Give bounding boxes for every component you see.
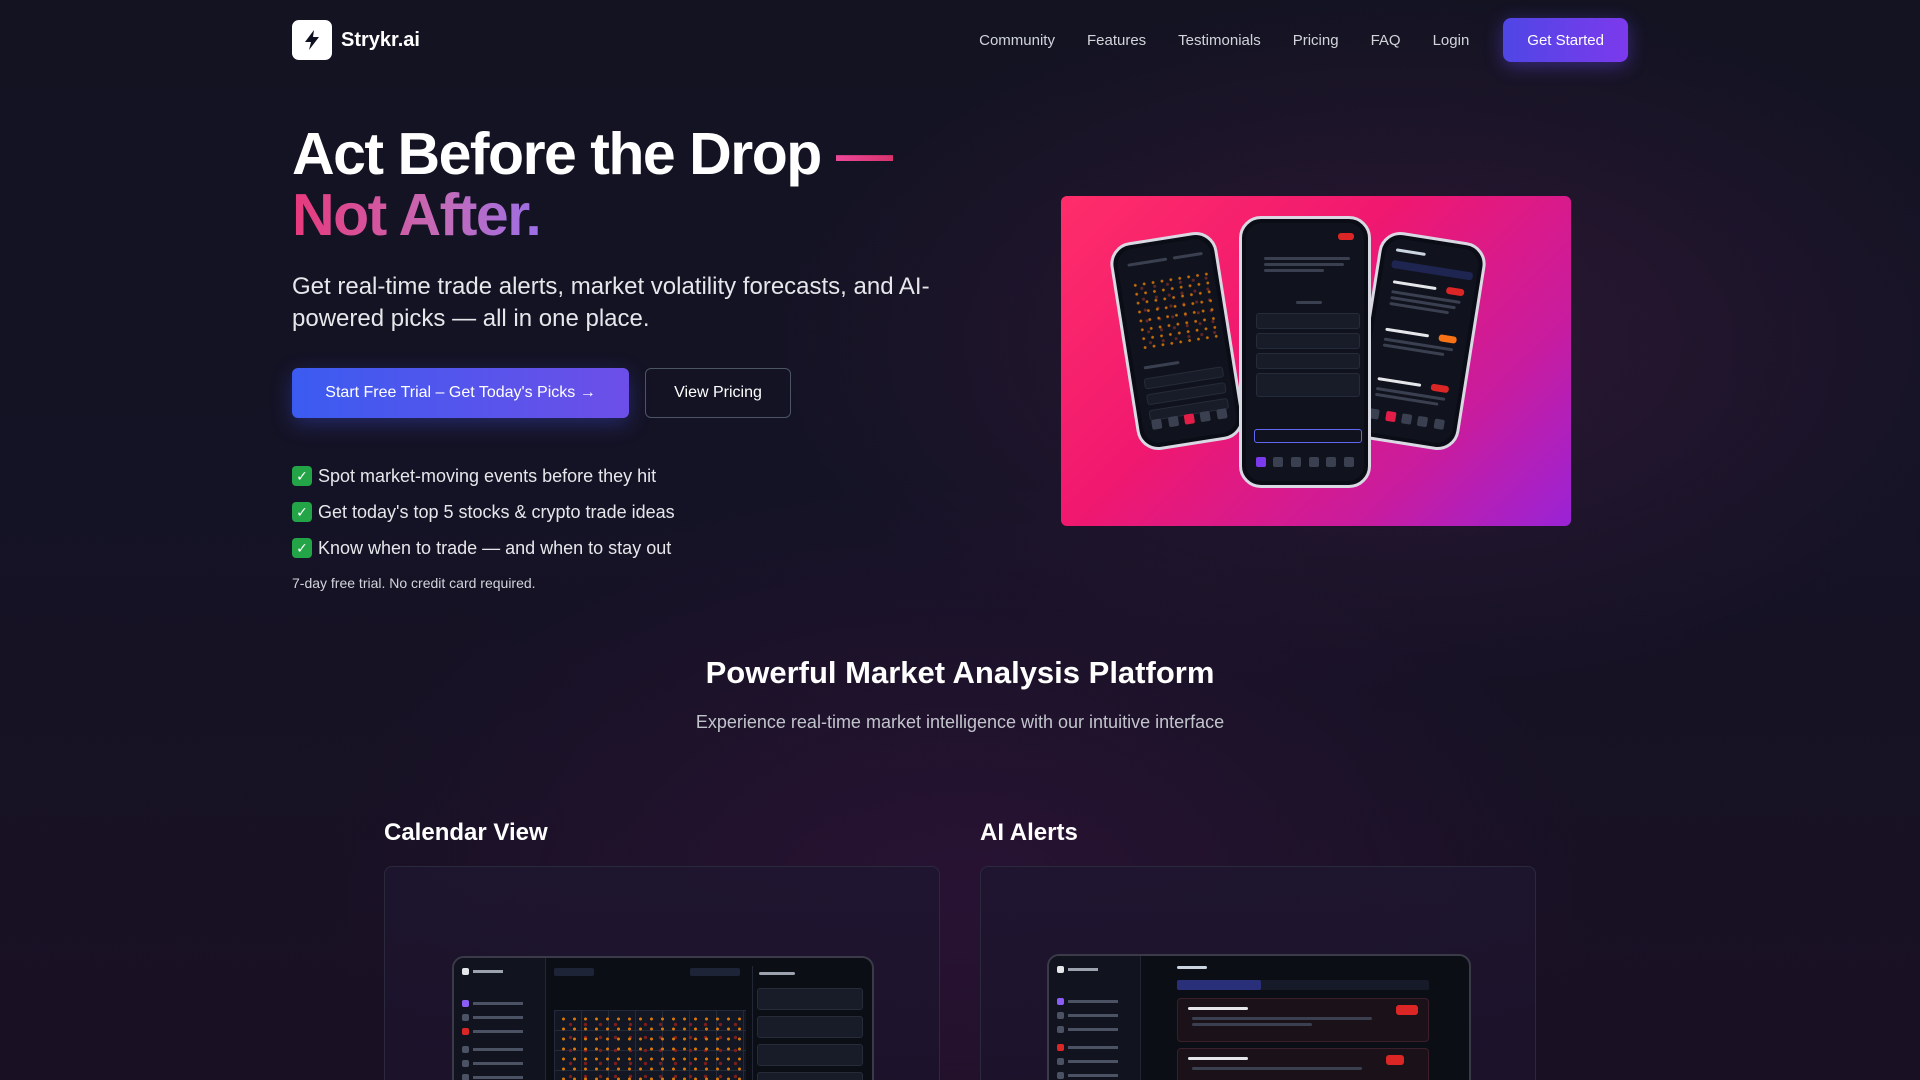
nav-link-faq[interactable]: FAQ <box>1371 32 1401 49</box>
app-sidebar <box>1049 956 1141 1080</box>
nav-link-testimonials[interactable]: Testimonials <box>1178 32 1261 49</box>
hero-title-line2: Not After. <box>292 182 542 248</box>
feature-list: ✓ Spot market-moving events before they … <box>292 458 675 566</box>
calendar-view-title: Calendar View <box>384 819 548 846</box>
check-box-icon: ✓ <box>292 538 312 558</box>
hero-subtitle: Get real-time trade alerts, market volat… <box>292 273 930 332</box>
lightning-bolt-icon <box>292 20 332 60</box>
check-box-icon: ✓ <box>292 502 312 522</box>
view-pricing-button[interactable]: View Pricing <box>645 368 791 418</box>
feature-text: Get today's top 5 stocks & crypto trade … <box>318 501 675 522</box>
nav-link-features[interactable]: Features <box>1087 32 1146 49</box>
calendar-view-card <box>384 866 940 1080</box>
ai-alerts-card <box>980 866 1536 1080</box>
phone-calendar-mockup <box>1107 228 1247 454</box>
hero-title-dash: — <box>835 121 895 187</box>
get-started-button[interactable]: Get Started <box>1503 18 1628 62</box>
feature-text: Know when to trade — and when to stay ou… <box>318 537 672 558</box>
hero-title: Act Before the Drop — Not After. <box>292 121 895 248</box>
section-title: Powerful Market Analysis Platform <box>705 655 1215 690</box>
top-nav: Strykr.ai Community Features Testimonial… <box>292 18 1628 62</box>
nav-link-community[interactable]: Community <box>979 32 1055 49</box>
section-subtitle: Experience real-time market intelligence… <box>695 712 1225 732</box>
list-item: ✓ Get today's top 5 stocks & crypto trad… <box>292 494 675 530</box>
nav-link-pricing[interactable]: Pricing <box>1293 32 1339 49</box>
feature-text: Spot market-moving events before they hi… <box>318 465 657 486</box>
phone-chat-mockup <box>1239 216 1371 488</box>
app-sidebar <box>454 958 546 1080</box>
calendar-view-screenshot <box>452 956 874 1080</box>
check-box-icon: ✓ <box>292 466 312 486</box>
hero-app-screenshot <box>1061 196 1571 526</box>
hero-title-line1: Act Before the Drop <box>292 121 822 187</box>
trial-note: 7-day free trial. No credit card require… <box>292 575 536 591</box>
ai-alerts-title: AI Alerts <box>980 819 1078 846</box>
brand-name: Strykr.ai <box>341 28 420 51</box>
list-item: ✓ Spot market-moving events before they … <box>292 458 675 494</box>
nav-link-login[interactable]: Login <box>1433 32 1470 49</box>
list-item: ✓ Know when to trade — and when to stay … <box>292 530 675 566</box>
brand-logo[interactable]: Strykr.ai <box>292 20 420 60</box>
start-free-trial-button[interactable]: Start Free Trial – Get Today's Picks → <box>292 368 629 418</box>
nav-links: Community Features Testimonials Pricing … <box>979 18 1628 62</box>
ai-alerts-screenshot <box>1047 954 1471 1080</box>
